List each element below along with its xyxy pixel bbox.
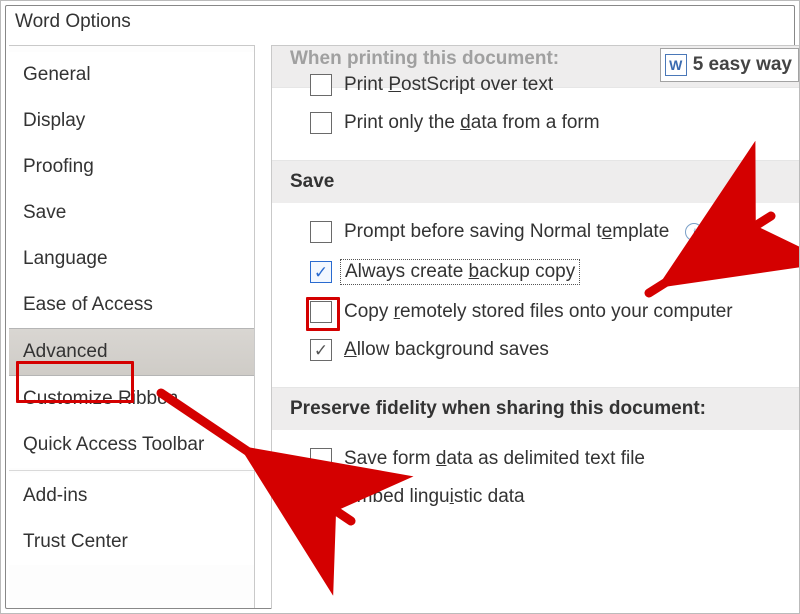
section-header-preserve: Preserve fidelity when sharing this docu…	[272, 387, 799, 430]
checkbox-save-form-data[interactable]	[310, 448, 332, 470]
option-backup-copy-label: Always create backup copy	[340, 259, 580, 285]
checkbox-backup-copy[interactable]	[310, 261, 332, 283]
sidebar-item-save[interactable]: Save	[9, 190, 254, 236]
preserve-options: Save form data as delimited text file Em…	[272, 430, 799, 534]
option-copy-remote[interactable]: Copy remotely stored files onto your com…	[310, 293, 799, 331]
options-content-panel: When printing this document: W 5 easy wa…	[271, 45, 799, 609]
sidebar-item-trust-center[interactable]: Trust Center	[9, 519, 254, 565]
checkbox-print-data-only[interactable]	[310, 112, 332, 134]
option-allow-bg-saves-label: Allow background saves	[344, 339, 549, 361]
printing-options: Print PostScript over text Print only th…	[272, 48, 799, 160]
option-prompt-normal[interactable]: Prompt before saving Normal template i	[310, 213, 799, 251]
option-print-data-only[interactable]: Print only the data from a form	[310, 104, 799, 142]
sidebar-item-language[interactable]: Language	[9, 236, 254, 282]
sidebar-item-proofing[interactable]: Proofing	[9, 144, 254, 190]
option-embed-linguistic-label: Embed linguistic data	[344, 486, 525, 508]
save-options: Prompt before saving Normal template i A…	[272, 203, 799, 387]
checkbox-prompt-normal[interactable]	[310, 221, 332, 243]
sidebar-item-add-ins[interactable]: Add-ins	[9, 473, 254, 519]
option-allow-bg-saves[interactable]: Allow background saves	[310, 331, 799, 369]
sidebar-item-general[interactable]: General	[9, 52, 254, 98]
option-save-form-data[interactable]: Save form data as delimited text file	[310, 440, 799, 478]
options-sidebar: General Display Proofing Save Language E…	[9, 45, 255, 609]
option-embed-linguistic[interactable]: Embed linguistic data	[310, 478, 799, 516]
checkbox-embed-linguistic[interactable]	[310, 486, 332, 508]
option-backup-copy[interactable]: Always create backup copy	[310, 251, 799, 293]
sidebar-item-customize-ribbon[interactable]: Customize Ribbon	[9, 376, 254, 422]
option-print-postscript[interactable]: Print PostScript over text	[310, 66, 799, 104]
sidebar-item-quick-access-toolbar[interactable]: Quick Access Toolbar	[9, 422, 254, 468]
option-print-postscript-label: Print PostScript over text	[344, 74, 553, 96]
section-header-save: Save	[272, 160, 799, 203]
sidebar-item-advanced[interactable]: Advanced	[9, 328, 254, 376]
checkbox-allow-bg-saves[interactable]	[310, 339, 332, 361]
checkbox-copy-remote[interactable]	[310, 301, 332, 323]
sidebar-separator	[9, 470, 254, 471]
option-prompt-normal-label: Prompt before saving Normal template	[344, 221, 669, 243]
info-icon[interactable]: i	[685, 223, 703, 241]
word-options-dialog: Word Options General Display Proofing Sa…	[0, 0, 800, 614]
option-print-data-only-label: Print only the data from a form	[344, 112, 600, 134]
dialog-title: Word Options	[1, 1, 799, 45]
option-save-form-data-label: Save form data as delimited text file	[344, 448, 645, 470]
checkbox-print-postscript[interactable]	[310, 74, 332, 96]
option-copy-remote-label: Copy remotely stored files onto your com…	[344, 301, 733, 323]
sidebar-item-ease-of-access[interactable]: Ease of Access	[9, 282, 254, 328]
sidebar-item-display[interactable]: Display	[9, 98, 254, 144]
